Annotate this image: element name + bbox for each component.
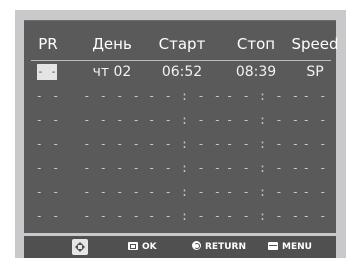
- pr-cell[interactable]: - -: [30, 109, 66, 131]
- pr-cell[interactable]: - -: [30, 85, 66, 107]
- speed-cell[interactable]: - -: [286, 133, 344, 155]
- menu-button[interactable]: MENU: [268, 236, 312, 258]
- stop-cell[interactable]: - - : - -: [226, 181, 299, 203]
- start-cell[interactable]: - - : - -: [148, 85, 221, 107]
- ok-icon: [128, 241, 138, 250]
- table-header: PR День Старт Стоп Speed: [24, 35, 338, 61]
- pr-cell[interactable]: - -: [30, 133, 66, 155]
- pr-cell[interactable]: - -: [30, 205, 66, 227]
- table-row[interactable]: - - - - - - - - : - - - - : - - - -: [24, 205, 336, 227]
- stop-cell[interactable]: - - : - -: [226, 85, 299, 107]
- table-row[interactable]: - - - - - - - - : - - - - : - - - -: [24, 157, 336, 179]
- dpad-icon: [72, 239, 88, 255]
- stop-cell[interactable]: - - : - -: [226, 157, 299, 179]
- day-cell[interactable]: - - - -: [82, 109, 142, 131]
- start-cell[interactable]: 06:52: [148, 61, 216, 83]
- return-icon: [192, 241, 201, 250]
- header-pr: PR: [38, 35, 58, 53]
- timer-screen: PR День Старт Стоп Speed - - чт 02 06:52…: [24, 20, 339, 233]
- table-row[interactable]: - - - - - - - - : - - - - : - - - -: [24, 109, 336, 131]
- day-cell[interactable]: чт 02: [82, 61, 142, 83]
- speed-cell[interactable]: - -: [286, 157, 344, 179]
- menu-icon: [268, 241, 278, 250]
- day-cell[interactable]: - - - -: [82, 133, 142, 155]
- start-cell[interactable]: - - : - -: [148, 109, 221, 131]
- speed-cell[interactable]: SP: [286, 61, 344, 83]
- return-label: RETURN: [205, 242, 246, 252]
- nav-bar: OK RETURN MENU: [24, 236, 336, 258]
- table-row[interactable]: - - - - - - - - : - - - - : - - - -: [24, 181, 336, 203]
- table-row[interactable]: - - - - - - - - : - - - - : - - - -: [24, 85, 336, 107]
- ok-button[interactable]: OK: [128, 236, 157, 258]
- speed-cell[interactable]: - -: [286, 181, 344, 203]
- stop-cell[interactable]: - - : - -: [226, 109, 299, 131]
- table-row[interactable]: - - чт 02 06:52 08:39 SP: [24, 61, 336, 83]
- pr-cell[interactable]: - -: [30, 181, 66, 203]
- pr-cell-selected[interactable]: - -: [37, 64, 57, 80]
- start-cell[interactable]: - - : - -: [148, 157, 221, 179]
- speed-cell[interactable]: - -: [286, 205, 344, 227]
- day-cell[interactable]: - - - -: [82, 85, 142, 107]
- start-cell[interactable]: - - : - -: [148, 181, 221, 203]
- pr-cell[interactable]: - -: [30, 157, 66, 179]
- ok-label: OK: [142, 242, 157, 252]
- header-speed: Speed: [291, 35, 339, 53]
- menu-label: MENU: [282, 242, 312, 252]
- day-cell[interactable]: - - - -: [82, 157, 142, 179]
- header-stop: Стоп: [236, 35, 276, 53]
- stop-cell[interactable]: 08:39: [226, 61, 286, 83]
- speed-cell[interactable]: - -: [286, 85, 344, 107]
- stop-cell[interactable]: - - : - -: [226, 133, 299, 155]
- day-cell[interactable]: - - - -: [82, 181, 142, 203]
- return-button[interactable]: RETURN: [192, 236, 246, 258]
- header-start: Старт: [158, 35, 206, 53]
- header-day: День: [92, 35, 132, 53]
- stop-cell[interactable]: - - : - -: [226, 205, 299, 227]
- start-cell[interactable]: - - : - -: [148, 205, 221, 227]
- start-cell[interactable]: - - : - -: [148, 133, 221, 155]
- day-cell[interactable]: - - - -: [82, 205, 142, 227]
- speed-cell[interactable]: - -: [286, 109, 344, 131]
- table-row[interactable]: - - - - - - - - : - - - - : - - - -: [24, 133, 336, 155]
